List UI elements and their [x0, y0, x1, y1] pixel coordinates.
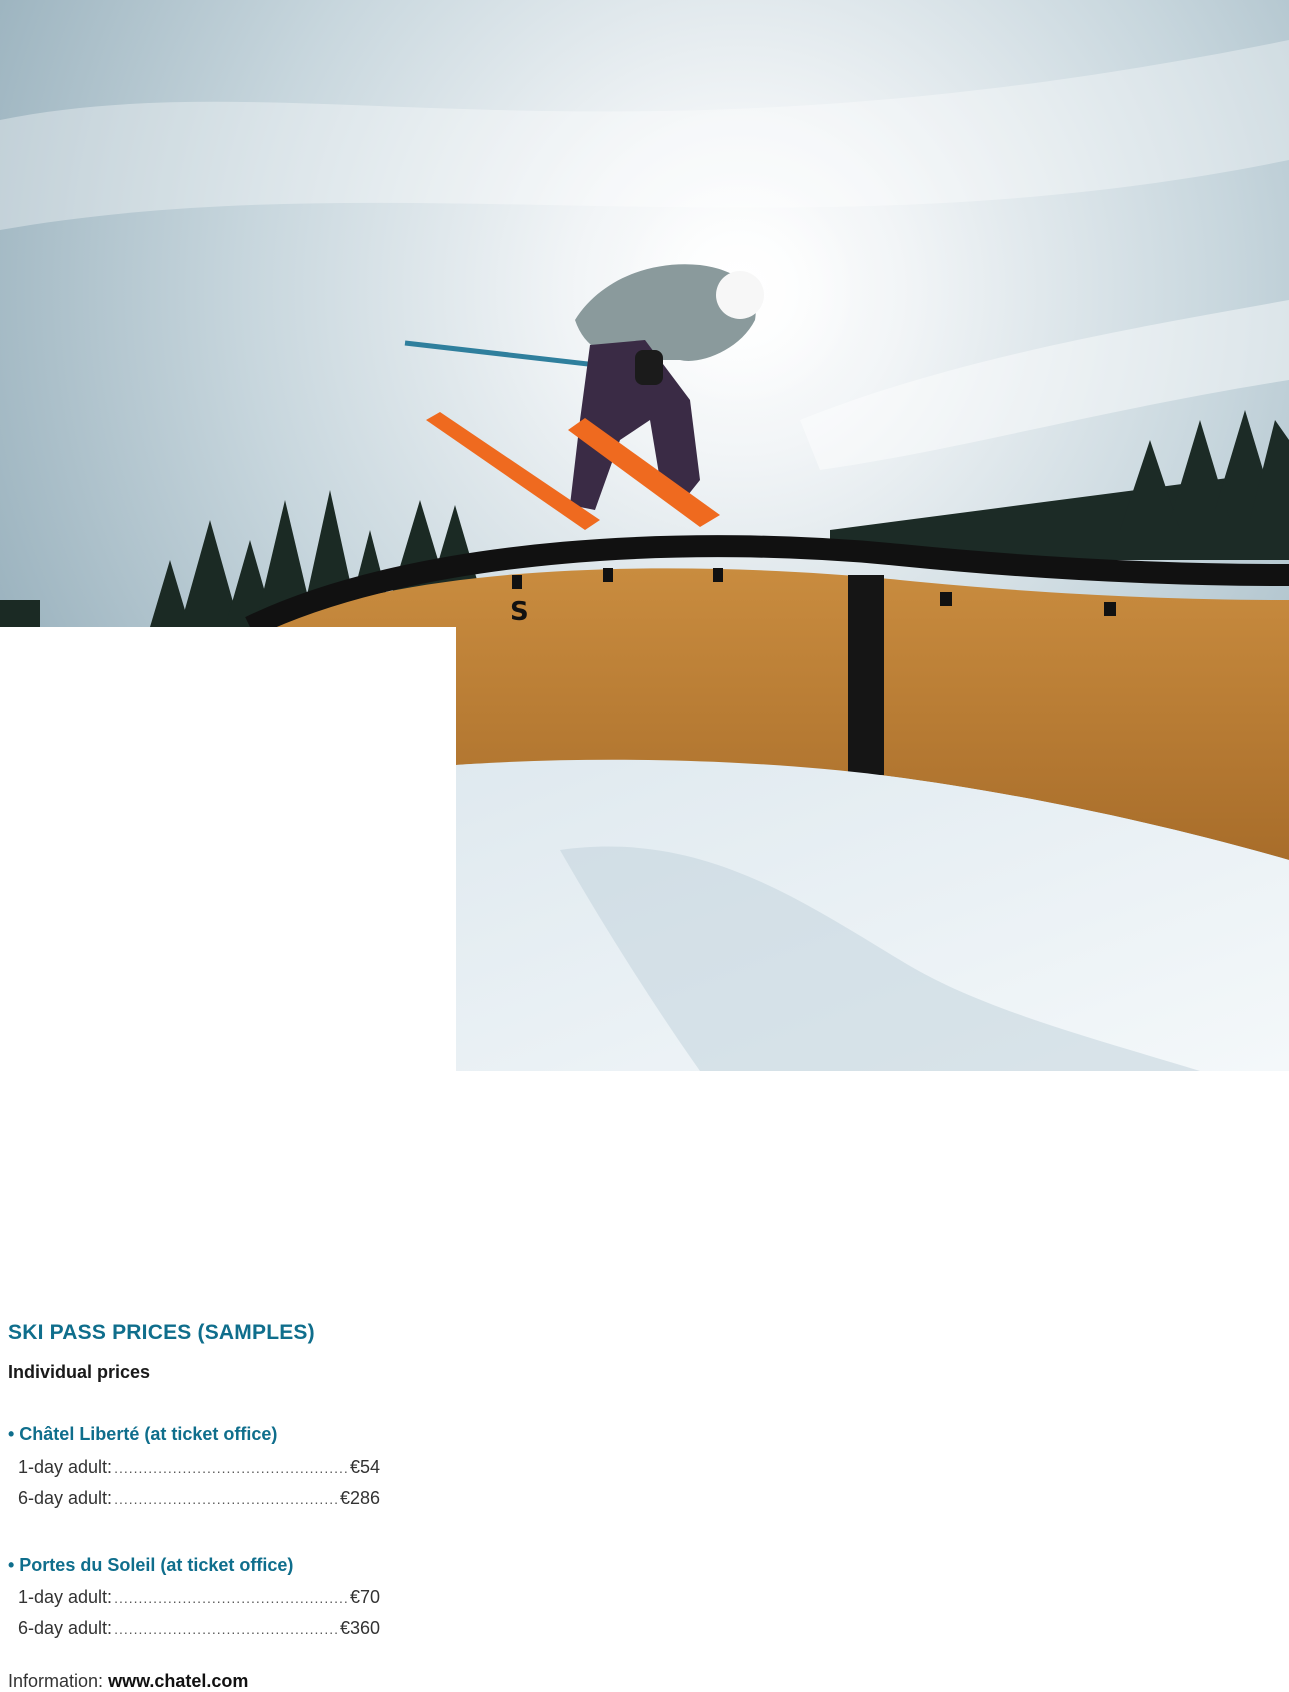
dot-leader: ........................................…: [114, 1491, 338, 1507]
panel-title: SKI PASS PRICES (SAMPLES): [8, 1321, 315, 1344]
price-value: €70: [349, 1587, 380, 1607]
dot-leader: ........................................…: [114, 1460, 348, 1476]
price-value: €286: [339, 1488, 380, 1508]
information-line: Information: www.chatel.com: [8, 1671, 248, 1692]
price-row: 6-day adult: ...........................…: [18, 1488, 380, 1509]
website-link[interactable]: www.chatel.com: [108, 1671, 248, 1691]
price-label: 6-day adult:: [18, 1618, 113, 1638]
dot-leader: ........................................…: [114, 1621, 338, 1637]
ski-pass-info-panel: SKI PASS PRICES (SAMPLES) Individual pri…: [0, 627, 456, 1691]
svg-text:S: S: [510, 597, 529, 627]
price-label: 1-day adult:: [18, 1457, 113, 1477]
information-label: Information:: [8, 1671, 104, 1691]
price-value: €360: [339, 1618, 380, 1638]
price-row: 1-day adult: ...........................…: [18, 1457, 380, 1478]
price-row: 1-day adult: ...........................…: [18, 1587, 380, 1608]
price-label: 6-day adult:: [18, 1488, 113, 1508]
dot-leader: ........................................…: [114, 1590, 348, 1606]
price-value: €54: [349, 1457, 380, 1477]
price-row: 6-day adult: ...........................…: [18, 1618, 380, 1639]
group-title-chatel: • Châtel Liberté (at ticket office): [8, 1424, 278, 1444]
group-title-portes-du-soleil: • Portes du Soleil (at ticket office): [8, 1555, 294, 1575]
price-label: 1-day adult:: [18, 1587, 113, 1607]
panel-subtitle: Individual prices: [8, 1362, 151, 1382]
